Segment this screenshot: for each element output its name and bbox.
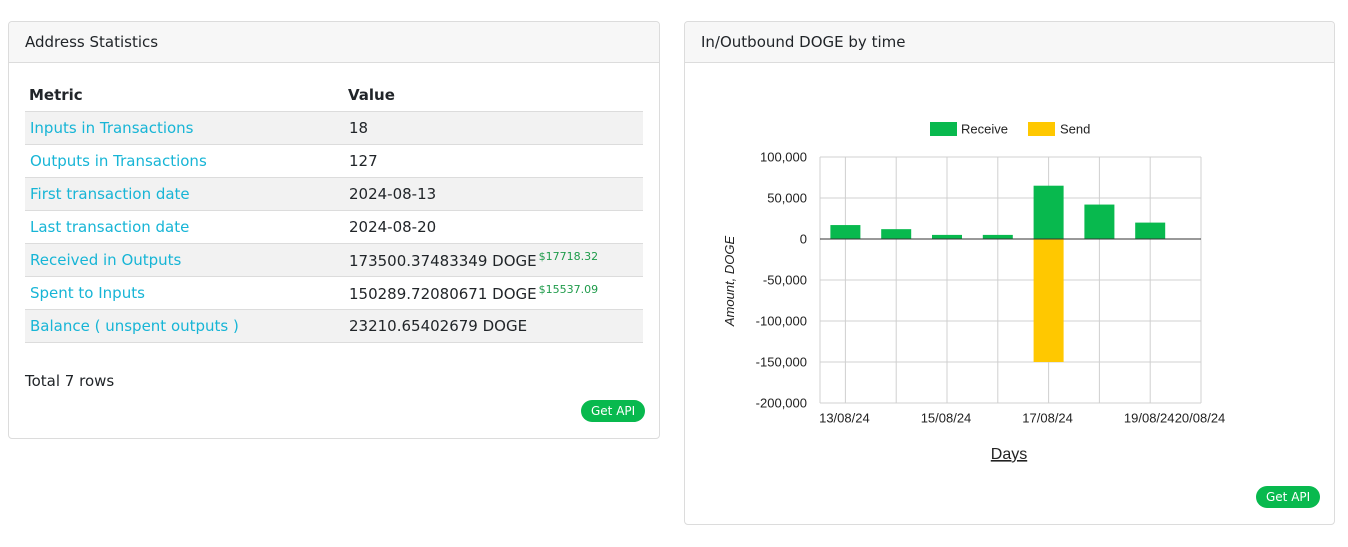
y-axis-label: Amount, DOGE <box>722 236 737 328</box>
bar-receive[interactable] <box>1084 204 1115 239</box>
metric-value: 173500.37483349 DOGE $17718.32 <box>335 243 643 277</box>
x-tick-label: 20/08/24 <box>1175 411 1226 426</box>
y-tick-label: 0 <box>800 232 807 247</box>
table-row: First transaction date 2024-08-13 <box>25 177 643 211</box>
y-axis-ticks: 100,000 50,000 0 -50,000 -100,000 -150,000 -20… <box>756 150 807 411</box>
get-api-button[interactable]: Get API <box>581 400 646 422</box>
bar-receive[interactable] <box>1135 222 1166 239</box>
value-text: 18 <box>349 119 369 137</box>
y-tick-label: 100,000 <box>760 150 807 165</box>
y-tick-label: -200,000 <box>756 396 807 411</box>
metric-link[interactable]: Outputs in Transactions <box>25 144 335 178</box>
bar-receive[interactable] <box>982 234 1013 239</box>
table-row: Outputs in Transactions 127 <box>25 144 643 178</box>
y-tick-label: -100,000 <box>756 314 807 329</box>
metric-value: 127 <box>335 144 643 178</box>
legend-swatch-send <box>1028 122 1055 136</box>
bar-receive[interactable] <box>1033 185 1064 239</box>
usd-value: $17718.32 <box>538 250 599 263</box>
table-row: Received in Outputs 173500.37483349 DOGE… <box>25 243 643 277</box>
table-row: Spent to Inputs 150289.72080671 DOGE $155… <box>25 276 643 310</box>
legend-label-receive: Receive <box>961 122 1008 137</box>
value-text: 150289.72080671 DOGE <box>349 285 537 303</box>
table-header-row: Metric Value <box>25 79 643 112</box>
usd-value: $15537.09 <box>538 283 599 296</box>
value-text: 2024-08-20 <box>349 218 437 236</box>
table-row: Balance ( unspent outputs ) 23210.654026… <box>25 309 643 343</box>
metric-link[interactable]: Spent to Inputs <box>25 276 335 310</box>
x-tick-label: 13/08/24 <box>819 411 870 426</box>
metric-link[interactable]: First transaction date <box>25 177 335 211</box>
y-tick-label: 50,000 <box>767 191 807 206</box>
metric-link[interactable]: Inputs in Transactions <box>25 111 335 145</box>
address-statistics-title: Address Statistics <box>9 22 659 63</box>
metric-value: 23210.65402679 DOGE <box>335 309 643 343</box>
table-row: Inputs in Transactions 18 <box>25 111 643 145</box>
x-tick-label: 17/08/24 <box>1022 411 1073 426</box>
x-tick-label: 19/08/24 <box>1124 411 1175 426</box>
metric-value: 18 <box>335 111 643 145</box>
inout-chart-card: In/Outbound DOGE by time Receive Send 10… <box>684 21 1335 525</box>
metric-value: 2024-08-13 <box>335 177 643 211</box>
metric-link[interactable]: Received in Outputs <box>25 243 335 277</box>
value-text: 2024-08-13 <box>349 185 437 203</box>
value-column-header: Value <box>335 79 643 112</box>
chart-gridlines <box>819 156 1202 404</box>
get-api-button[interactable]: Get API <box>1256 486 1321 508</box>
legend-label-send: Send <box>1060 122 1090 137</box>
address-statistics-table: Metric Value Inputs in Transactions 18 O… <box>25 79 643 343</box>
x-axis-label: Days <box>991 446 1027 463</box>
y-tick-label: -50,000 <box>763 273 807 288</box>
x-tick-label: 15/08/24 <box>921 411 972 426</box>
y-tick-label: -150,000 <box>756 355 807 370</box>
chart-card-title: In/Outbound DOGE by time <box>685 22 1334 63</box>
bar-receive[interactable] <box>881 229 912 239</box>
metric-value: 2024-08-20 <box>335 210 643 244</box>
address-statistics-card: Address Statistics Metric Value Inputs i… <box>8 21 660 439</box>
metric-value: 150289.72080671 DOGE $15537.09 <box>335 276 643 310</box>
bar-send[interactable] <box>1033 239 1064 362</box>
table-row: Last transaction date 2024-08-20 <box>25 210 643 244</box>
metric-link[interactable]: Balance ( unspent outputs ) <box>25 309 335 343</box>
chart-legend: Receive Send <box>930 122 1090 137</box>
x-axis-ticks: 13/08/24 15/08/24 17/08/24 19/08/24 20/08/24 <box>819 411 1225 426</box>
metric-column-header: Metric <box>25 79 335 112</box>
bar-receive[interactable] <box>830 225 861 239</box>
value-text: 127 <box>349 152 378 170</box>
legend-swatch-receive <box>930 122 957 136</box>
total-rows-text: Total 7 rows <box>25 372 115 390</box>
inout-bar-chart: Receive Send 100,000 50,000 0 -50,000 -100,0… <box>722 122 1225 464</box>
bar-receive[interactable] <box>932 234 962 239</box>
value-text: 23210.65402679 DOGE <box>349 317 528 335</box>
value-text: 173500.37483349 DOGE <box>349 252 537 270</box>
metric-link[interactable]: Last transaction date <box>25 210 335 244</box>
